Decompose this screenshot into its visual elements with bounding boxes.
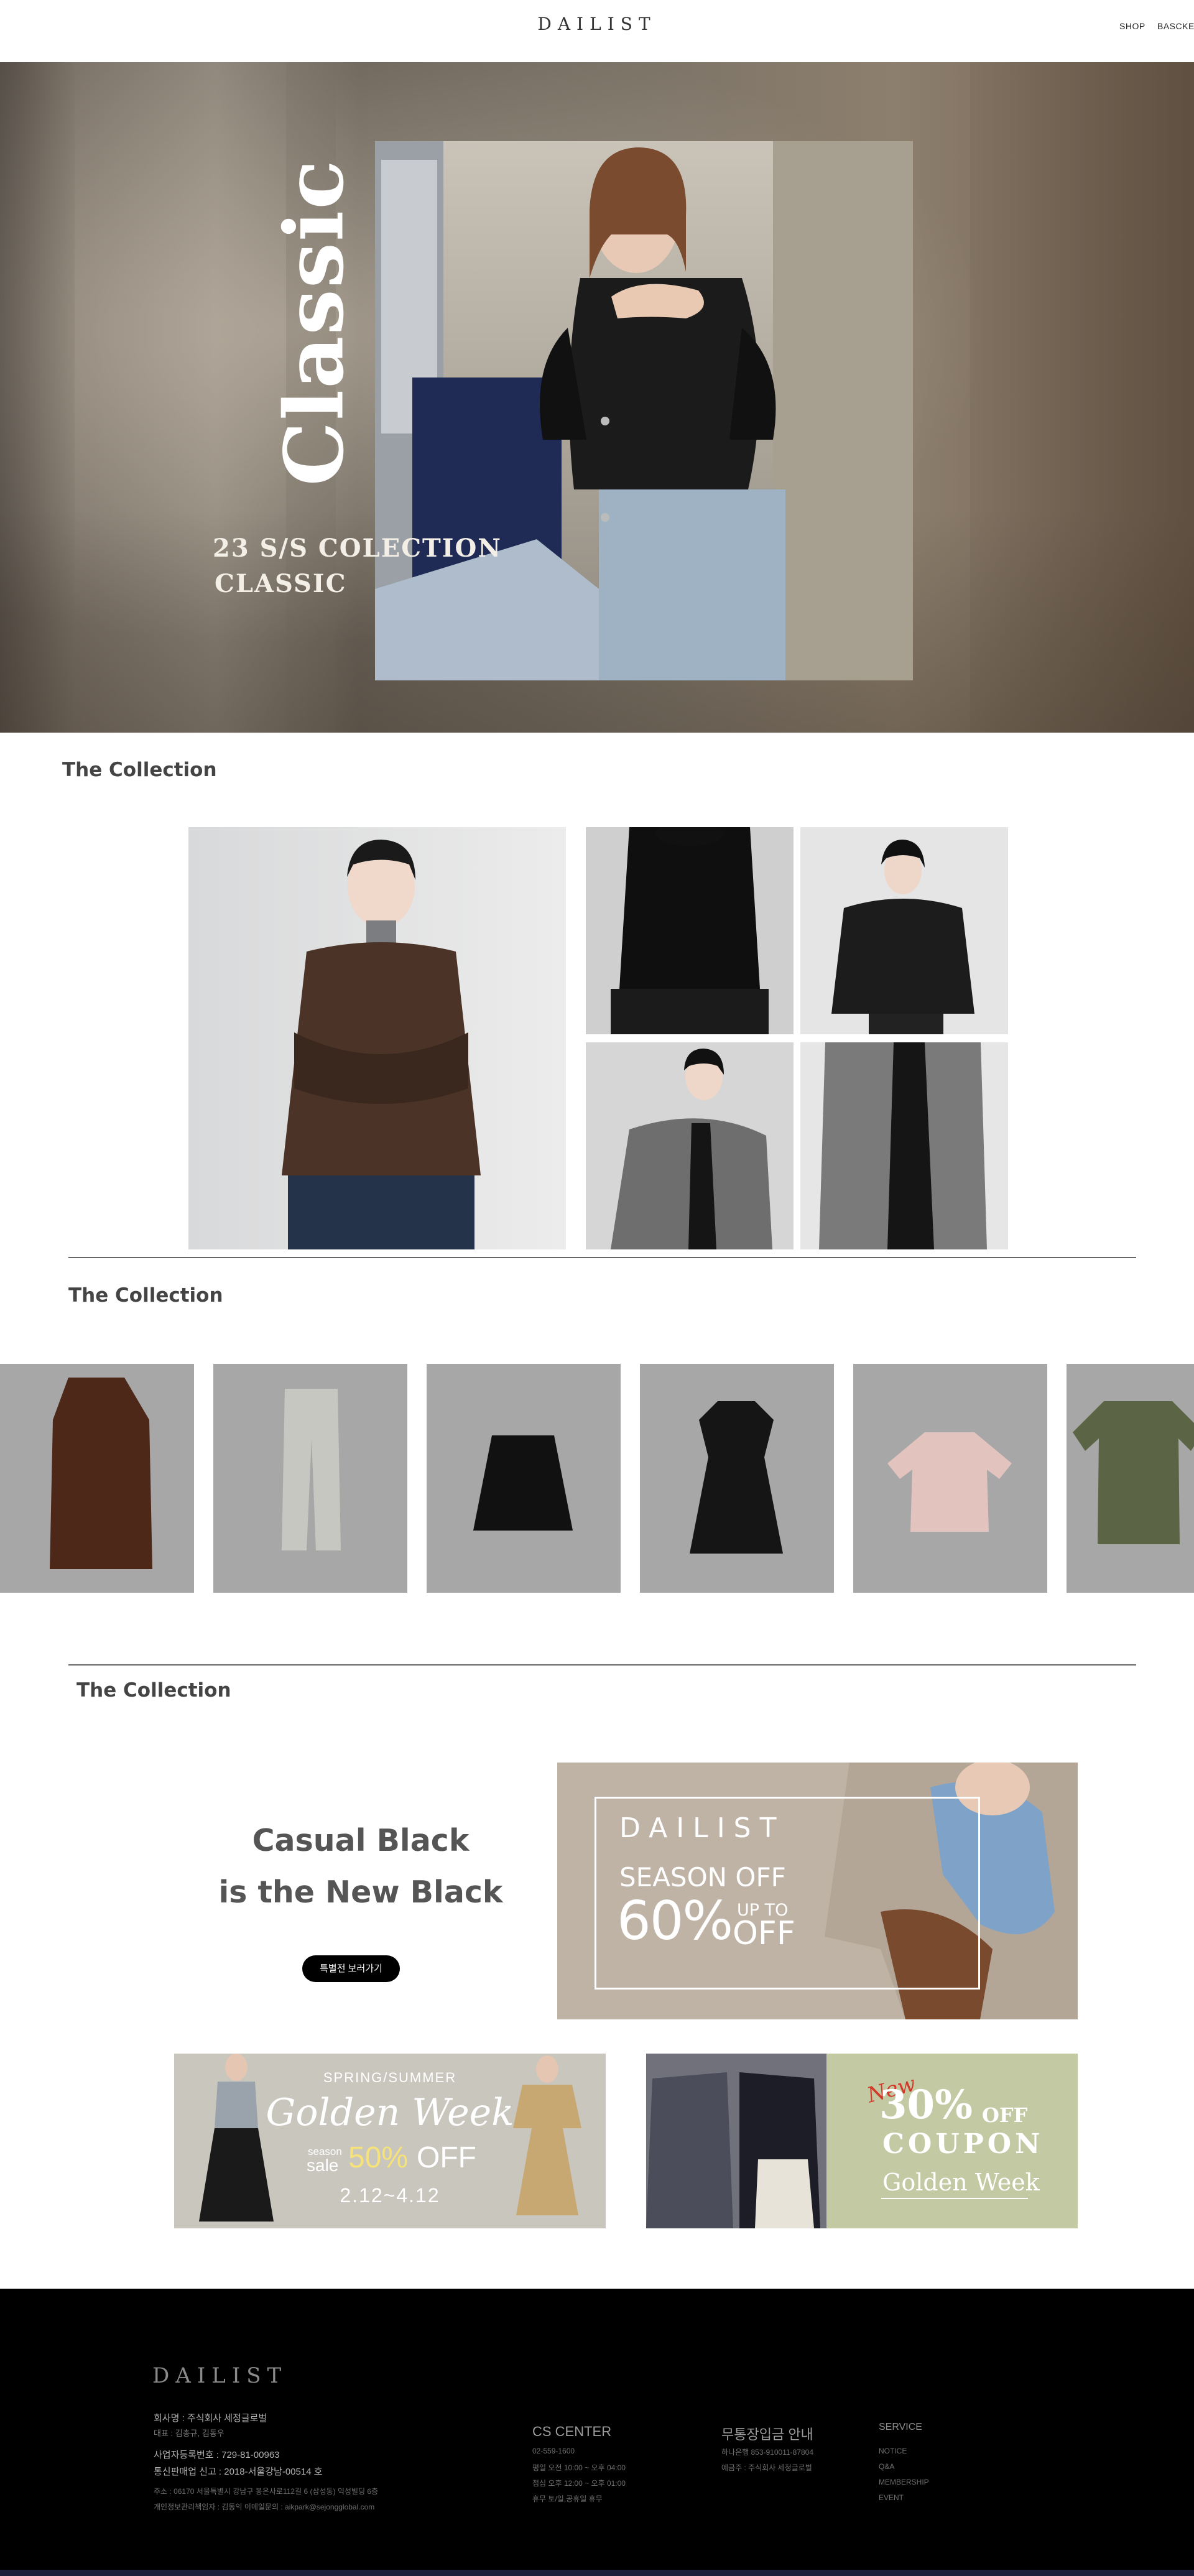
collection-title-3: The Collection xyxy=(76,1679,231,1702)
product-card-cargo-pants[interactable] xyxy=(213,1364,407,1593)
collection-title-2: The Collection xyxy=(68,1284,223,1307)
footer-address: 주소 : 06170 서울특별시 강남구 봉은사로112길 6 (삼성동) 익성… xyxy=(154,2487,379,2496)
product-card-pleated-skirt[interactable] xyxy=(427,1364,621,1593)
golden-week-banner[interactable]: SPRING/SUMMER Golden Week season sale 50… xyxy=(174,2054,606,2228)
footer-biz-no: 사업자등록번호 : 729-81-00963 xyxy=(154,2450,280,2460)
promo-line-1: Casual Black xyxy=(252,1823,470,1858)
site-logo[interactable]: DAILIST xyxy=(0,14,1194,34)
hero-subtitle-line2: CLASSIC xyxy=(215,569,347,598)
collection-title-1: The Collection xyxy=(62,759,217,781)
golden-week-top: SPRING/SUMMER xyxy=(323,2070,457,2085)
coupon-underline xyxy=(881,2198,1028,2199)
hero-subtitle-line1: 23 S/S COLECTION xyxy=(213,534,502,563)
service-event-link[interactable]: EVENT xyxy=(879,2493,904,2502)
service-notice-link[interactable]: NOTICE xyxy=(879,2447,907,2455)
coupon-label: COUPON xyxy=(882,2128,1044,2160)
collection-photo-leather-jacket[interactable] xyxy=(800,827,1008,1034)
footer-company: 회사명 : 주식회사 세정글로벌 xyxy=(154,2413,267,2424)
season-off-banner[interactable]: DAILIST SEASON OFF 60% UP TO OFF xyxy=(557,1763,1078,2019)
section-divider-2 xyxy=(68,1664,1136,1666)
coupon-percent: 30% xyxy=(879,2082,973,2128)
cs-hours-2: 점심 오후 12:00 ~ 오후 01:00 xyxy=(532,2479,626,2488)
golden-week-dates: 2.12~4.12 xyxy=(340,2184,440,2207)
golden-week-off: OFF xyxy=(417,2141,476,2174)
coupon-script: Golden Week xyxy=(882,2169,1040,2196)
nav-basket-link[interactable]: BASCKET xyxy=(1157,21,1194,31)
hero-title: Classic xyxy=(267,159,362,486)
coupon-off: OFF xyxy=(982,2103,1028,2127)
service-qna-link[interactable]: Q&A xyxy=(879,2462,894,2471)
footer-bottom-bar xyxy=(0,2570,1194,2576)
collection-main-photo[interactable] xyxy=(188,827,566,1249)
hero-banner[interactable]: Classic 23 S/S COLECTION CLASSIC xyxy=(0,62,1194,733)
hero-title-text: Classic xyxy=(266,159,362,486)
cs-hours-3: 휴무 토/일,공휴일 휴무 xyxy=(532,2495,603,2503)
golden-week-percent: 50% xyxy=(348,2141,409,2174)
promo-line-2: is the New Black xyxy=(218,1874,503,1910)
footer-logo[interactable]: DAILIST xyxy=(152,2363,287,2388)
nav-shop-link[interactable]: SHOP xyxy=(1119,21,1145,31)
footer-ceo: 대표 : 김총규, 김동우 xyxy=(154,2429,224,2438)
season-banner-off: OFF xyxy=(733,1915,795,1952)
footer-privacy: 개인정보관리책임자 : 김동익 이메일문의 : aikpark@sejonggl… xyxy=(154,2503,375,2511)
golden-week-script: Golden Week xyxy=(266,2091,514,2134)
product-card-black-dress[interactable] xyxy=(640,1364,834,1593)
season-banner-logo: DAILIST xyxy=(619,1812,785,1844)
collection-photo-tweed-coat[interactable] xyxy=(586,1042,794,1249)
bank-title: 무통장입금 안내 xyxy=(721,2427,813,2442)
coupon-banner[interactable]: New 30% OFF COUPON Golden Week xyxy=(646,2054,1078,2228)
collection-photo-top-black[interactable] xyxy=(586,827,794,1034)
site-footer: DAILIST 회사명 : 주식회사 세정글로벌 대표 : 김총규, 김동우 사… xyxy=(0,2289,1194,2576)
product-card-olive-tshirt[interactable] xyxy=(1067,1364,1194,1593)
section-divider-1 xyxy=(68,1257,1136,1258)
bank-holder: 예금주 : 주식회사 세정글로벌 xyxy=(721,2463,812,2472)
cs-center-title: CS CENTER xyxy=(532,2424,612,2439)
golden-week-sale: sale xyxy=(307,2156,339,2175)
service-membership-link[interactable]: MEMBERSHIP xyxy=(879,2478,929,2486)
season-banner-percent: 60% xyxy=(617,1890,733,1952)
special-exhibition-button[interactable]: 특별전 보러가기 xyxy=(302,1955,400,1982)
hero-model-photo xyxy=(375,141,913,680)
service-title: SERVICE xyxy=(879,2422,922,2432)
footer-mail-order: 통신판매업 신고 : 2018-서울강남-00514 호 xyxy=(154,2467,323,2477)
collection-photo-tweed-jacket[interactable] xyxy=(800,1042,1008,1249)
season-banner-line1: SEASON OFF xyxy=(619,1862,786,1893)
bank-account: 하나은행 853-910011-87804 xyxy=(721,2448,814,2457)
site-header: DAILIST SHOP BASCKET xyxy=(0,0,1194,62)
product-card-coat[interactable] xyxy=(0,1364,194,1593)
product-card-pink-shirt[interactable] xyxy=(853,1364,1047,1593)
cs-hours-1: 평일 오전 10:00 ~ 오후 04:00 xyxy=(532,2463,626,2472)
cs-phone: 02-559-1600 xyxy=(532,2447,575,2455)
promo-headline: Casual Black is the New Black xyxy=(174,1815,547,1918)
